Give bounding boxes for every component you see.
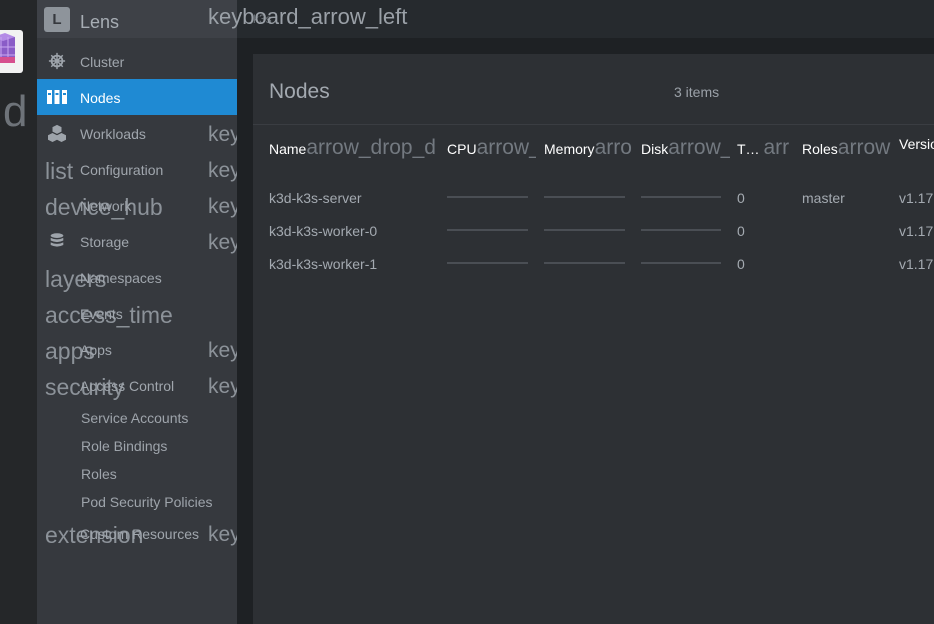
sidebar-item-label: Namespaces (80, 270, 162, 286)
sidebar-item-events[interactable]: access_time Events (37, 295, 237, 331)
column-header-memory[interactable]: Memoryarro (544, 136, 634, 160)
column-header-version[interactable]: Versio (899, 136, 934, 160)
sidebar-item-label: Access Control (80, 378, 175, 394)
sidebar-item-label: Network (80, 198, 132, 214)
column-header-label: T… (737, 141, 760, 157)
sidebar-subitem-role-bindings[interactable]: Role Bindings (81, 438, 167, 454)
column-header-label: Roles (802, 141, 838, 157)
node-taints: 0 (737, 223, 745, 239)
sidebar-item-label: Nodes (80, 90, 121, 106)
sidebar-item-cluster[interactable]: Cluster (37, 43, 237, 79)
column-header-label: Versio (899, 136, 934, 152)
node-taints: 0 (737, 190, 745, 206)
nodes-icon (47, 90, 67, 104)
sidebar-item-network[interactable]: device_hub Network key (37, 187, 237, 223)
cpu-usage-bar (447, 262, 528, 264)
column-header-label: Disk (641, 141, 669, 157)
column-header-label: Memory (544, 141, 595, 157)
sidebar-item-label: Workloads (80, 126, 146, 142)
expand-arrow-icon[interactable]: key (208, 196, 237, 217)
sidebar-item-label: Apps (80, 342, 112, 358)
column-header-cpu[interactable]: CPUarrow_ (447, 136, 536, 160)
cpu-usage-bar (447, 196, 528, 198)
node-roles: master (802, 190, 845, 206)
memory-usage-bar (544, 229, 625, 231)
sidebar-header: L Lens (37, 0, 237, 38)
keyboard-arrow-left-icon[interactable]: keyboard_arrow_left (208, 6, 407, 28)
lens-window: { "cluster_strip": { "overflow_text": "d… (0, 0, 934, 624)
node-version: v1.17 (899, 223, 934, 239)
node-name[interactable]: k3d-k3s-worker-1 (269, 256, 377, 272)
expand-arrow-icon[interactable]: key (208, 376, 237, 397)
lens-logo-icon: L (44, 7, 70, 32)
expand-arrow-icon[interactable]: key (208, 340, 237, 361)
expand-arrow-icon[interactable]: key (208, 232, 237, 253)
sidebar-item-label: Events (80, 306, 123, 322)
cubes-icon (48, 124, 66, 142)
node-taints: 0 (737, 256, 745, 272)
node-name[interactable]: k3d-k3s-server (269, 190, 362, 206)
column-header-disk[interactable]: Diskarrow_ (641, 136, 730, 160)
sidebar-subitem-service-accounts[interactable]: Service Accounts (81, 410, 188, 426)
sidebar-item-workloads[interactable]: Workloads key (37, 115, 237, 151)
expand-arrow-icon[interactable]: key (208, 124, 237, 145)
sidebar-item-access-control[interactable]: security Access Control key (37, 367, 237, 403)
disk-usage-bar (641, 229, 721, 231)
sidebar: L Lens Cluster Nodes Workloads key list … (37, 0, 237, 624)
items-count: 3 items (674, 84, 720, 100)
sidebar-item-label: Configuration (80, 162, 164, 178)
cluster-strip-text: d (3, 87, 28, 136)
node-name[interactable]: k3d-k3s-worker-0 (269, 223, 377, 239)
expand-arrow-icon[interactable]: key (208, 160, 237, 181)
cluster-avatar-icon[interactable] (0, 30, 23, 73)
list-icon: list (45, 158, 74, 184)
column-header-roles[interactable]: Rolesarrow (802, 136, 892, 160)
database-icon (50, 233, 64, 247)
nodes-panel: Nodes 3 items Namearrow_drop_d CPUarrow_… (253, 54, 934, 624)
sort-arrow-icon: arrow (837, 136, 891, 159)
sidebar-item-configuration[interactable]: list Configuration key (37, 151, 237, 187)
sidebar-item-label: Custom Resources (80, 526, 200, 542)
cluster-switcher: d (0, 0, 37, 624)
sort-arrow-icon: arrow_ (476, 136, 536, 159)
main-content: Nodes 3 items Namearrow_drop_d CPUarrow_… (237, 38, 934, 624)
sidebar-subitem-pod-security-policies[interactable]: Pod Security Policies (81, 494, 213, 510)
disk-usage-bar (641, 196, 721, 198)
sidebar-item-apps[interactable]: apps Apps key (37, 331, 237, 367)
node-version: v1.17 (899, 256, 934, 272)
memory-usage-bar (544, 196, 625, 198)
sort-arrow-icon: arrow_drop_d (306, 136, 436, 159)
sidebar-item-storage[interactable]: Storage key (37, 223, 237, 259)
memory-usage-bar (544, 262, 625, 264)
sidebar-item-nodes[interactable]: Nodes (37, 79, 237, 115)
app-name: Lens (80, 12, 120, 32)
cpu-usage-bar (447, 229, 528, 231)
column-header-label: Name (269, 141, 307, 157)
column-header-taints[interactable]: T… arr (737, 136, 795, 160)
sort-arrow-icon: arr (763, 136, 790, 159)
expand-arrow-icon[interactable]: key (208, 524, 237, 545)
sidebar-item-label: Storage (80, 234, 130, 250)
column-header-name[interactable]: Namearrow_drop_d (269, 136, 439, 160)
sidebar-item-label: Cluster (80, 54, 125, 70)
sort-arrow-icon: arrow_ (668, 136, 730, 159)
column-header-label: CPU (447, 141, 477, 157)
sort-arrow-icon: arro (594, 136, 632, 159)
sidebar-item-namespaces[interactable]: layers Namespaces (37, 259, 237, 295)
node-version: v1.17 (899, 190, 934, 206)
helm-wheel-icon (48, 52, 66, 70)
sidebar-subitem-roles[interactable]: Roles (81, 466, 117, 482)
header-divider (253, 124, 934, 125)
sidebar-item-custom-resources[interactable]: extension Custom Resources key (37, 515, 237, 551)
page-title: Nodes (269, 80, 330, 103)
disk-usage-bar (641, 262, 721, 264)
